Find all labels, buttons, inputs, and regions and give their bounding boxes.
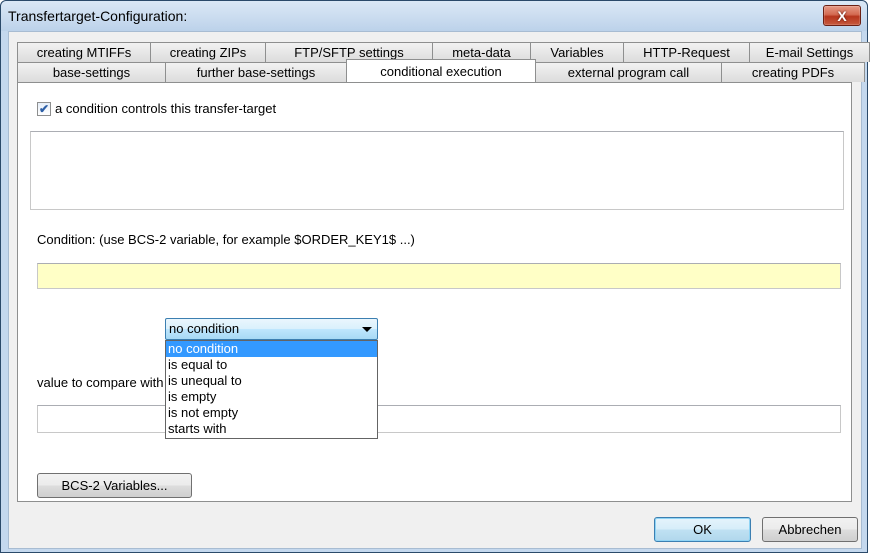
- tab-http-request[interactable]: HTTP-Request: [623, 42, 750, 62]
- operator-option-starts-with[interactable]: starts with: [166, 421, 377, 437]
- dropdown-arrow-icon[interactable]: [362, 327, 372, 332]
- dialog-window: Transfertarget-Configuration: X creating…: [0, 0, 870, 553]
- tab-variables[interactable]: Variables: [530, 42, 624, 62]
- close-icon: X: [837, 7, 847, 24]
- condition-label: Condition: (use BCS-2 variable, for exam…: [37, 232, 415, 247]
- bcs2-variables-button[interactable]: BCS-2 Variables...: [37, 473, 192, 498]
- tab-creating-zips[interactable]: creating ZIPs: [150, 42, 266, 62]
- condition-checkbox-row[interactable]: ✔ a condition controls this transfer-tar…: [37, 101, 276, 116]
- tab-external-program-call[interactable]: external program call: [535, 62, 722, 82]
- condition-description-memo[interactable]: [30, 131, 844, 210]
- condition-input[interactable]: [37, 263, 841, 289]
- tab-creating-pdfs[interactable]: creating PDFs: [721, 62, 865, 82]
- operator-combobox[interactable]: no condition: [165, 318, 378, 340]
- operator-option-no-condition[interactable]: no condition: [166, 341, 377, 357]
- condition-checkbox[interactable]: ✔: [37, 101, 51, 116]
- ok-button[interactable]: OK: [654, 517, 751, 542]
- tab-email-settings[interactable]: E-mail Settings: [749, 42, 870, 62]
- compare-value-input[interactable]: [37, 405, 841, 433]
- operator-option-is-empty[interactable]: is empty: [166, 389, 377, 405]
- cancel-button[interactable]: Abbrechen: [762, 517, 858, 542]
- title-bar[interactable]: Transfertarget-Configuration: X: [1, 1, 867, 31]
- tab-conditional-execution[interactable]: conditional execution: [346, 59, 536, 82]
- tab-further-base-settings[interactable]: further base-settings: [165, 62, 347, 82]
- operator-dropdown-list: no condition is equal to is unequal to i…: [165, 340, 378, 439]
- close-button[interactable]: X: [823, 5, 861, 26]
- condition-checkbox-label: a condition controls this transfer-targe…: [55, 101, 277, 116]
- checkmark-icon: ✔: [38, 101, 50, 116]
- dialog-client-area: creating MTIFFs creating ZIPs FTP/SFTP s…: [8, 31, 870, 549]
- operator-option-is-equal-to[interactable]: is equal to: [166, 357, 377, 373]
- tab-creating-mtiffs[interactable]: creating MTIFFs: [17, 42, 151, 62]
- operator-option-is-unequal-to[interactable]: is unequal to: [166, 373, 377, 389]
- operator-option-is-not-empty[interactable]: is not empty: [166, 405, 377, 421]
- compare-value-label: value to compare with: [37, 375, 164, 390]
- window-title: Transfertarget-Configuration:: [8, 8, 188, 24]
- tab-base-settings[interactable]: base-settings: [17, 62, 166, 82]
- tab-row-2: base-settings further base-settings cond…: [17, 59, 865, 82]
- operator-selected-value: no condition: [169, 321, 240, 336]
